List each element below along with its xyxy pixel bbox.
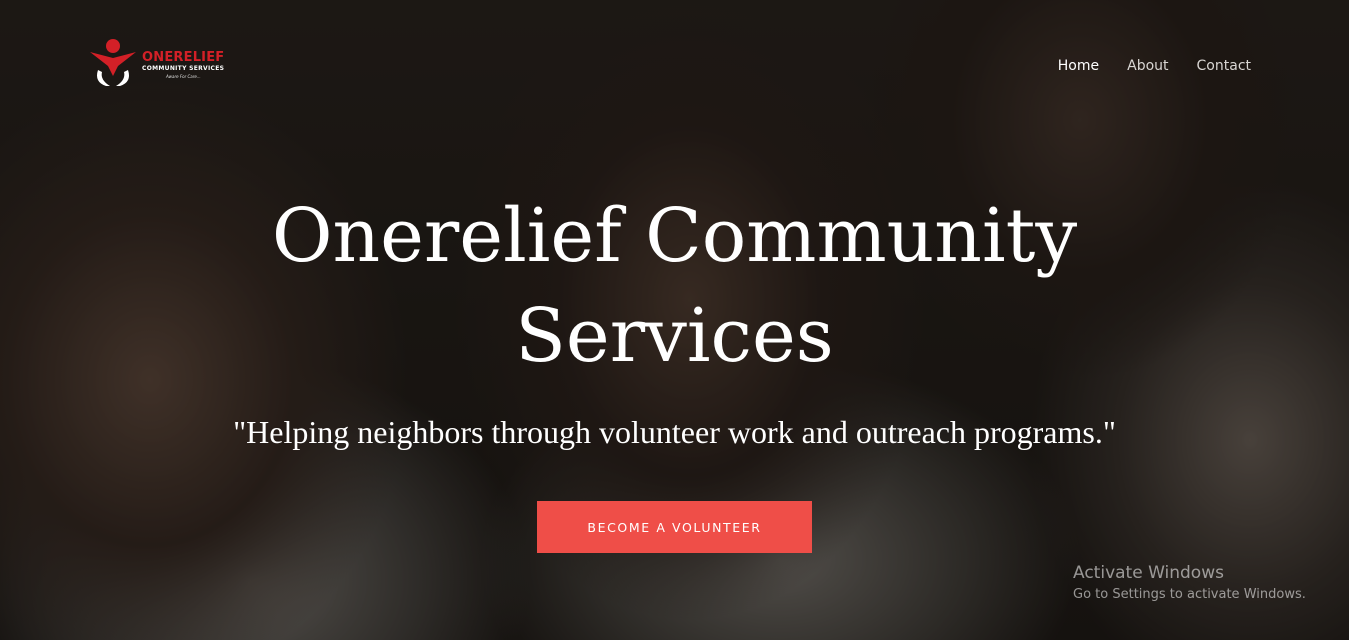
become-volunteer-button[interactable]: BECOME A VOLUNTEER [537,501,812,553]
windows-activation-watermark: Activate Windows Go to Settings to activ… [1073,563,1306,602]
logo-tagline: Aware For Care... [166,74,201,79]
site-logo[interactable]: ONERELIEF COMMUNITY SERVICES Aware For C… [88,36,238,92]
logo-subtitle: COMMUNITY SERVICES [142,65,225,72]
main-nav: Home About Contact [1058,58,1251,74]
watermark-title: Activate Windows [1073,563,1224,583]
hero-title: Onerelief Community Services [0,186,1349,386]
nav-contact-link[interactable]: Contact [1197,58,1251,74]
nav-about-link[interactable]: About [1127,58,1168,74]
hero-title-line2: Services [515,293,834,379]
hero-title-line1: Onerelief Community [271,193,1078,279]
logo-figure-icon [90,39,136,86]
watermark-subtitle: Go to Settings to activate Windows. [1073,587,1306,602]
logo-name: ONERELIEF [142,50,225,65]
hero-tagline: "Helping neighbors through volunteer wor… [233,414,1116,450]
hero-section: ONERELIEF COMMUNITY SERVICES Aware For C… [0,0,1349,640]
nav-home-link[interactable]: Home [1058,58,1099,74]
